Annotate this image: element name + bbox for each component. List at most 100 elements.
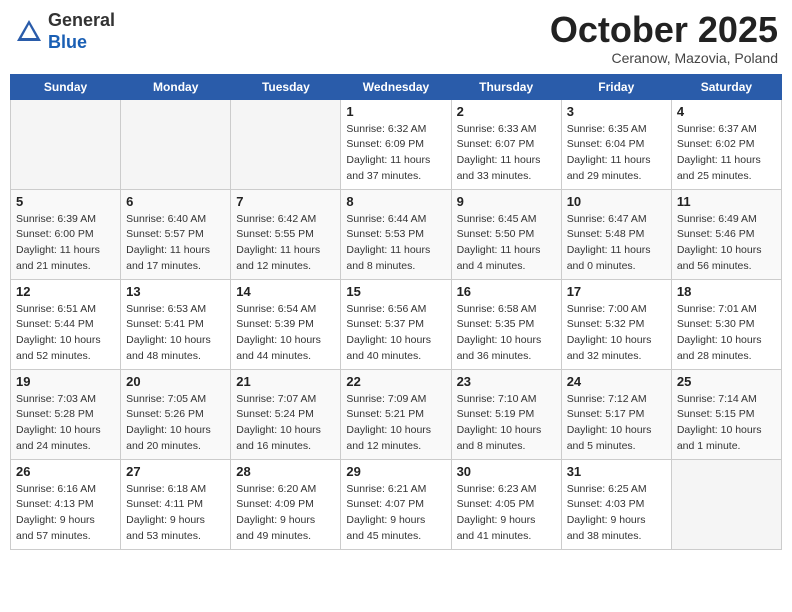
day-info: Sunrise: 7:07 AM Sunset: 5:24 PM Dayligh… bbox=[236, 392, 335, 455]
title-block: October 2025 Ceranow, Mazovia, Poland bbox=[550, 10, 778, 66]
calendar-cell bbox=[231, 99, 341, 189]
day-info: Sunrise: 6:18 AM Sunset: 4:11 PM Dayligh… bbox=[126, 482, 225, 545]
calendar-cell: 13Sunrise: 6:53 AM Sunset: 5:41 PM Dayli… bbox=[121, 279, 231, 369]
calendar-cell: 25 Sunrise: 7:14 AM Sunset: 5:15 PM Dayli… bbox=[671, 369, 781, 459]
day-info: Sunrise: 6:54 AM Sunset: 5:39 PM Dayligh… bbox=[236, 302, 335, 365]
calendar-cell: 30Sunrise: 6:23 AM Sunset: 4:05 PM Dayli… bbox=[451, 459, 561, 549]
calendar-cell: 23 Sunrise: 7:10 AM Sunset: 5:19 PM Dayli… bbox=[451, 369, 561, 459]
day-info: Sunrise: 6:16 AM Sunset: 4:13 PM Dayligh… bbox=[16, 482, 115, 545]
logo: General Blue bbox=[14, 10, 115, 53]
calendar-table: SundayMondayTuesdayWednesdayThursdayFrid… bbox=[10, 74, 782, 550]
calendar-cell: 27Sunrise: 6:18 AM Sunset: 4:11 PM Dayli… bbox=[121, 459, 231, 549]
calendar-cell: 24 Sunrise: 7:12 AM Sunset: 5:17 PM Dayli… bbox=[561, 369, 671, 459]
weekday-header-saturday: Saturday bbox=[671, 74, 781, 99]
day-info: Sunrise: 6:25 AM Sunset: 4:03 PM Dayligh… bbox=[567, 482, 666, 545]
calendar-cell: 29Sunrise: 6:21 AM Sunset: 4:07 PM Dayli… bbox=[341, 459, 451, 549]
calendar-cell: 9 Sunrise: 6:45 AM Sunset: 5:50 PM Daylig… bbox=[451, 189, 561, 279]
calendar-cell: 6 Sunrise: 6:40 AM Sunset: 5:57 PM Daylig… bbox=[121, 189, 231, 279]
day-number: 18 bbox=[677, 284, 776, 299]
day-number: 23 bbox=[457, 374, 556, 389]
day-number: 24 bbox=[567, 374, 666, 389]
calendar-cell bbox=[11, 99, 121, 189]
calendar-week-row: 19 Sunrise: 7:03 AM Sunset: 5:28 PM Dayli… bbox=[11, 369, 782, 459]
day-number: 13 bbox=[126, 284, 225, 299]
day-number: 11 bbox=[677, 194, 776, 209]
day-info: Sunrise: 7:10 AM Sunset: 5:19 PM Dayligh… bbox=[457, 392, 556, 455]
calendar-cell: 14 Sunrise: 6:54 AM Sunset: 5:39 PM Dayli… bbox=[231, 279, 341, 369]
calendar-cell bbox=[671, 459, 781, 549]
calendar-cell: 7Sunrise: 6:42 AM Sunset: 5:55 PM Daylig… bbox=[231, 189, 341, 279]
day-info: Sunrise: 6:44 AM Sunset: 5:53 PM Dayligh… bbox=[346, 212, 445, 275]
day-number: 26 bbox=[16, 464, 115, 479]
calendar-cell: 15Sunrise: 6:56 AM Sunset: 5:37 PM Dayli… bbox=[341, 279, 451, 369]
calendar-cell: 21 Sunrise: 7:07 AM Sunset: 5:24 PM Dayli… bbox=[231, 369, 341, 459]
day-info: Sunrise: 6:32 AM Sunset: 6:09 PM Dayligh… bbox=[346, 122, 445, 185]
logo-blue-text: Blue bbox=[48, 32, 87, 52]
logo-icon bbox=[14, 17, 44, 47]
day-number: 2 bbox=[457, 104, 556, 119]
day-number: 16 bbox=[457, 284, 556, 299]
calendar-cell: 10 Sunrise: 6:47 AM Sunset: 5:48 PM Dayli… bbox=[561, 189, 671, 279]
day-info: Sunrise: 6:42 AM Sunset: 5:55 PM Dayligh… bbox=[236, 212, 335, 275]
calendar-week-row: 26 Sunrise: 6:16 AM Sunset: 4:13 PM Dayli… bbox=[11, 459, 782, 549]
calendar-cell: 8 Sunrise: 6:44 AM Sunset: 5:53 PM Daylig… bbox=[341, 189, 451, 279]
day-number: 10 bbox=[567, 194, 666, 209]
day-info: Sunrise: 7:01 AM Sunset: 5:30 PM Dayligh… bbox=[677, 302, 776, 365]
calendar-cell: 22 Sunrise: 7:09 AM Sunset: 5:21 PM Dayli… bbox=[341, 369, 451, 459]
location-text: Ceranow, Mazovia, Poland bbox=[550, 50, 778, 66]
day-info: Sunrise: 7:09 AM Sunset: 5:21 PM Dayligh… bbox=[346, 392, 445, 455]
day-info: Sunrise: 6:40 AM Sunset: 5:57 PM Dayligh… bbox=[126, 212, 225, 275]
weekday-header-wednesday: Wednesday bbox=[341, 74, 451, 99]
day-info: Sunrise: 6:49 AM Sunset: 5:46 PM Dayligh… bbox=[677, 212, 776, 275]
day-info: Sunrise: 6:58 AM Sunset: 5:35 PM Dayligh… bbox=[457, 302, 556, 365]
day-info: Sunrise: 6:37 AM Sunset: 6:02 PM Dayligh… bbox=[677, 122, 776, 185]
calendar-cell: 3 Sunrise: 6:35 AM Sunset: 6:04 PM Daylig… bbox=[561, 99, 671, 189]
day-info: Sunrise: 6:51 AM Sunset: 5:44 PM Dayligh… bbox=[16, 302, 115, 365]
calendar-cell: 18 Sunrise: 7:01 AM Sunset: 5:30 PM Dayli… bbox=[671, 279, 781, 369]
day-info: Sunrise: 6:45 AM Sunset: 5:50 PM Dayligh… bbox=[457, 212, 556, 275]
calendar-cell: 26 Sunrise: 6:16 AM Sunset: 4:13 PM Dayli… bbox=[11, 459, 121, 549]
calendar-week-row: 1Sunrise: 6:32 AM Sunset: 6:09 PM Daylig… bbox=[11, 99, 782, 189]
day-number: 25 bbox=[677, 374, 776, 389]
weekday-header-monday: Monday bbox=[121, 74, 231, 99]
day-number: 3 bbox=[567, 104, 666, 119]
calendar-cell: 5 Sunrise: 6:39 AM Sunset: 6:00 PM Daylig… bbox=[11, 189, 121, 279]
day-info: Sunrise: 7:00 AM Sunset: 5:32 PM Dayligh… bbox=[567, 302, 666, 365]
day-number: 12 bbox=[16, 284, 115, 299]
day-number: 31 bbox=[567, 464, 666, 479]
day-info: Sunrise: 6:39 AM Sunset: 6:00 PM Dayligh… bbox=[16, 212, 115, 275]
calendar-cell: 2Sunrise: 6:33 AM Sunset: 6:07 PM Daylig… bbox=[451, 99, 561, 189]
day-info: Sunrise: 6:47 AM Sunset: 5:48 PM Dayligh… bbox=[567, 212, 666, 275]
day-number: 21 bbox=[236, 374, 335, 389]
day-info: Sunrise: 7:14 AM Sunset: 5:15 PM Dayligh… bbox=[677, 392, 776, 455]
calendar-cell: 19 Sunrise: 7:03 AM Sunset: 5:28 PM Dayli… bbox=[11, 369, 121, 459]
day-number: 29 bbox=[346, 464, 445, 479]
calendar-cell: 20 Sunrise: 7:05 AM Sunset: 5:26 PM Dayli… bbox=[121, 369, 231, 459]
day-number: 9 bbox=[457, 194, 556, 209]
calendar-cell bbox=[121, 99, 231, 189]
weekday-header-tuesday: Tuesday bbox=[231, 74, 341, 99]
weekday-header-friday: Friday bbox=[561, 74, 671, 99]
day-info: Sunrise: 7:12 AM Sunset: 5:17 PM Dayligh… bbox=[567, 392, 666, 455]
day-number: 20 bbox=[126, 374, 225, 389]
day-number: 5 bbox=[16, 194, 115, 209]
day-number: 8 bbox=[346, 194, 445, 209]
day-number: 6 bbox=[126, 194, 225, 209]
calendar-cell: 4Sunrise: 6:37 AM Sunset: 6:02 PM Daylig… bbox=[671, 99, 781, 189]
calendar-cell: 31 Sunrise: 6:25 AM Sunset: 4:03 PM Dayli… bbox=[561, 459, 671, 549]
day-info: Sunrise: 6:35 AM Sunset: 6:04 PM Dayligh… bbox=[567, 122, 666, 185]
calendar-cell: 11 Sunrise: 6:49 AM Sunset: 5:46 PM Dayli… bbox=[671, 189, 781, 279]
day-number: 15 bbox=[346, 284, 445, 299]
day-number: 14 bbox=[236, 284, 335, 299]
day-info: Sunrise: 6:23 AM Sunset: 4:05 PM Dayligh… bbox=[457, 482, 556, 545]
calendar-cell: 17Sunrise: 7:00 AM Sunset: 5:32 PM Dayli… bbox=[561, 279, 671, 369]
calendar-week-row: 5 Sunrise: 6:39 AM Sunset: 6:00 PM Daylig… bbox=[11, 189, 782, 279]
day-number: 19 bbox=[16, 374, 115, 389]
day-number: 28 bbox=[236, 464, 335, 479]
weekday-header-thursday: Thursday bbox=[451, 74, 561, 99]
day-info: Sunrise: 7:03 AM Sunset: 5:28 PM Dayligh… bbox=[16, 392, 115, 455]
calendar-cell: 28 Sunrise: 6:20 AM Sunset: 4:09 PM Dayli… bbox=[231, 459, 341, 549]
day-info: Sunrise: 6:20 AM Sunset: 4:09 PM Dayligh… bbox=[236, 482, 335, 545]
day-info: Sunrise: 7:05 AM Sunset: 5:26 PM Dayligh… bbox=[126, 392, 225, 455]
day-number: 22 bbox=[346, 374, 445, 389]
